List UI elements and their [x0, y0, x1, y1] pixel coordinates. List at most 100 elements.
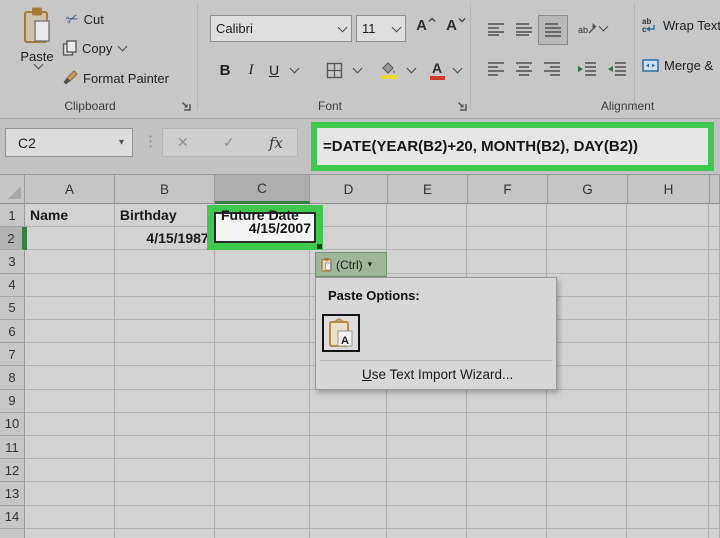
row-header-7[interactable]: 7 [0, 343, 25, 366]
grid-cell[interactable] [467, 529, 547, 538]
grid-cell[interactable] [115, 250, 215, 273]
grid-cell[interactable] [709, 506, 720, 529]
grid-cell[interactable] [547, 529, 627, 538]
grid-cell[interactable] [627, 343, 709, 366]
grid-cell[interactable] [115, 529, 215, 538]
row-header-8[interactable]: 8 [0, 366, 25, 389]
name-box-dropdown-icon[interactable]: ▾ [119, 137, 124, 148]
fill-color-button[interactable] [376, 55, 402, 85]
row-header-2[interactable]: 2 [0, 227, 25, 250]
grid-cell[interactable] [215, 413, 310, 436]
decrease-font-size-button[interactable]: A [443, 17, 469, 41]
grid-cell[interactable] [709, 390, 720, 413]
grid-cell[interactable] [627, 297, 709, 320]
grid-cell[interactable] [627, 506, 709, 529]
grid-cell[interactable] [627, 227, 709, 250]
clipboard-dialog-launcher-icon[interactable] [180, 100, 192, 112]
italic-button[interactable]: I [241, 56, 261, 84]
decrease-indent-button[interactable] [574, 58, 600, 80]
grid-cell[interactable] [627, 413, 709, 436]
grid-cell[interactable] [310, 506, 388, 529]
grid-cell[interactable] [627, 204, 709, 227]
grid-cell[interactable] [310, 390, 388, 413]
grid-cell[interactable] [709, 204, 720, 227]
font-size-combo[interactable]: 11 [356, 15, 406, 42]
cell-A1[interactable]: Name [25, 204, 115, 227]
grid-cell[interactable] [547, 343, 627, 366]
row-header-5[interactable]: 5 [0, 297, 25, 320]
grid-cell[interactable] [387, 204, 467, 227]
grid-cell[interactable] [709, 250, 720, 273]
grid-cell[interactable] [467, 506, 547, 529]
grid-cell[interactable] [709, 482, 720, 505]
grid-cell[interactable] [215, 320, 310, 343]
grid-cell[interactable] [25, 227, 115, 250]
grid-cell[interactable] [627, 320, 709, 343]
enter-icon[interactable]: ✓ [223, 134, 235, 151]
chevron-down-icon[interactable] [407, 64, 417, 74]
grid-cell[interactable] [547, 366, 627, 389]
format-painter-button[interactable]: Format Painter [62, 70, 169, 86]
grid-cell[interactable] [627, 529, 709, 538]
grid-cell[interactable] [25, 366, 115, 389]
grid-cell[interactable] [387, 227, 467, 250]
grid-cell[interactable] [387, 436, 467, 459]
borders-button[interactable] [322, 58, 346, 82]
insert-function-icon[interactable]: fx [269, 134, 283, 152]
grid-cell[interactable] [547, 506, 627, 529]
grid-cell[interactable] [627, 482, 709, 505]
column-header-partial[interactable] [710, 175, 720, 204]
font-dialog-launcher-icon[interactable] [456, 100, 468, 112]
chevron-down-icon[interactable] [353, 64, 363, 74]
grid-cell[interactable] [547, 482, 627, 505]
grid-cell[interactable] [215, 390, 310, 413]
grid-cell[interactable] [25, 390, 115, 413]
grid-cell[interactable] [215, 297, 310, 320]
grid-cell[interactable] [467, 436, 547, 459]
row-header-12[interactable]: 12 [0, 459, 25, 482]
grid-cell[interactable] [115, 413, 215, 436]
chevron-down-icon[interactable] [290, 64, 300, 74]
grid-cell[interactable] [627, 436, 709, 459]
grid-cell[interactable] [25, 482, 115, 505]
keep-text-only-button[interactable]: A [322, 314, 360, 352]
grid-cell[interactable] [215, 529, 310, 538]
grid-cell[interactable] [310, 413, 388, 436]
column-header-B[interactable]: B [115, 175, 215, 204]
grid-cell[interactable] [709, 529, 720, 538]
grid-cell[interactable] [215, 274, 310, 297]
align-center-button[interactable] [512, 58, 536, 80]
row-header-3[interactable]: 3 [0, 250, 25, 273]
grid-cell[interactable] [25, 459, 115, 482]
column-header-E[interactable]: E [388, 175, 468, 204]
font-color-button[interactable]: A [424, 55, 450, 85]
row-header-9[interactable]: 9 [0, 390, 25, 413]
grid-cell[interactable] [115, 366, 215, 389]
grid-cell[interactable] [709, 227, 720, 250]
grid-cell[interactable] [547, 297, 627, 320]
grid-cell[interactable] [627, 459, 709, 482]
grid-cell[interactable] [547, 459, 627, 482]
grid-cell[interactable] [25, 250, 115, 273]
grid-cell[interactable] [547, 436, 627, 459]
row-header-14[interactable]: 14 [0, 506, 25, 529]
grid-cell[interactable] [709, 459, 720, 482]
grid-cell[interactable] [627, 250, 709, 273]
copy-button[interactable]: Copy [62, 40, 126, 56]
name-box[interactable]: C2 ▾ [5, 128, 133, 157]
column-header-A[interactable]: A [25, 175, 115, 204]
grid-cell[interactable] [547, 227, 627, 250]
grid-cell[interactable] [387, 529, 467, 538]
use-text-import-wizard-item[interactable]: Use Text Import Wizard... [362, 367, 513, 382]
row-header-10[interactable]: 10 [0, 413, 25, 436]
grid-cell[interactable] [547, 390, 627, 413]
grid-cell[interactable] [215, 343, 310, 366]
grid-cell[interactable] [115, 274, 215, 297]
grid-cell[interactable] [215, 482, 310, 505]
cancel-icon[interactable]: ✕ [177, 134, 189, 151]
cut-button[interactable]: ✂ Cut [66, 10, 104, 28]
grid-cell[interactable] [115, 343, 215, 366]
column-header-G[interactable]: G [548, 175, 628, 204]
align-right-button[interactable] [540, 58, 564, 80]
bottom-align-button[interactable] [538, 15, 568, 45]
